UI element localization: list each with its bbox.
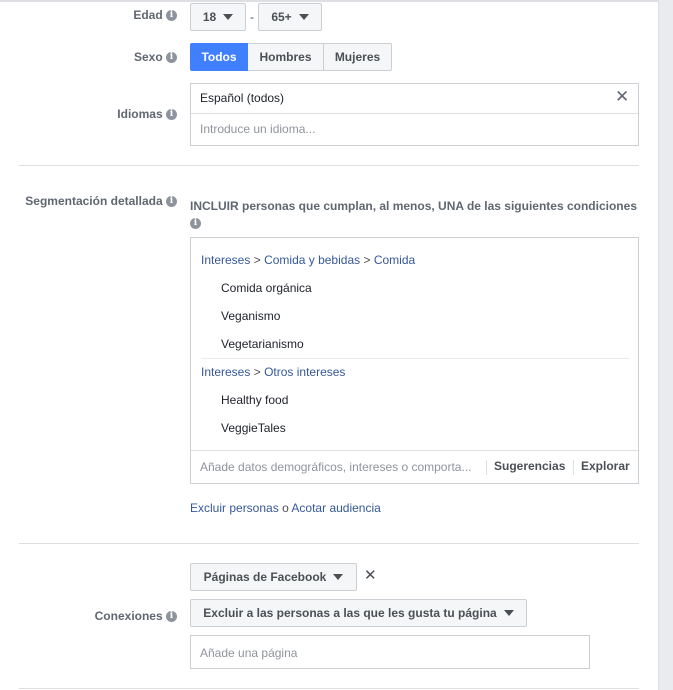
- age-min-dropdown[interactable]: 18: [190, 3, 246, 31]
- exclude-narrow-links: Excluir personas o Acotar audiencia: [190, 501, 381, 515]
- language-token: Español (todos) ✕: [191, 84, 638, 114]
- gender-row-label: Sexo i: [20, 50, 177, 64]
- info-icon[interactable]: i: [166, 611, 177, 623]
- caret-down-icon: [503, 610, 514, 616]
- breadcrumb-separator: >: [253, 253, 261, 267]
- targeting-box: Intereses > Comida y bebidas > Comida Co…: [190, 237, 639, 484]
- top-edge: [0, 0, 658, 2]
- connection-rule-label: Excluir a las personas a las que les gus…: [203, 606, 497, 620]
- connections-row-label: Conexiones i: [20, 609, 177, 623]
- connection-type-label: Páginas de Facebook: [203, 570, 327, 584]
- exclude-people-link[interactable]: Excluir personas: [190, 501, 279, 515]
- languages-label: Idiomas: [117, 107, 163, 121]
- targeting-search-row: Añade datos demográficos, intereses o co…: [191, 450, 638, 484]
- caret-down-icon: [223, 14, 234, 20]
- connections-label: Conexiones: [94, 609, 163, 623]
- detailed-targeting-label: Segmentación detallada: [25, 194, 163, 208]
- breadcrumb-link[interactable]: Intereses: [201, 365, 250, 379]
- close-icon[interactable]: ✕: [364, 566, 377, 584]
- detailed-targeting-row-label: Segmentación detallada i: [20, 194, 177, 208]
- section-divider: [19, 165, 639, 166]
- interest-item[interactable]: VeggieTales: [221, 421, 286, 435]
- search-divider: [573, 460, 574, 475]
- breadcrumb-link[interactable]: Comida y bebidas: [264, 253, 360, 267]
- detailed-targeting-description: INCLUIR personas que cumplan, al menos, …: [190, 198, 645, 231]
- info-icon[interactable]: i: [166, 196, 177, 208]
- page-input-placeholder: Añade una página: [200, 646, 298, 660]
- connection-rule-dropdown[interactable]: Excluir a las personas a las que les gus…: [190, 599, 527, 627]
- language-token-label: Español (todos): [200, 91, 285, 105]
- info-icon[interactable]: i: [166, 109, 177, 121]
- info-icon[interactable]: i: [166, 52, 177, 64]
- breadcrumb-link[interactable]: Otros intereses: [264, 365, 345, 379]
- language-input[interactable]: Introduce un idioma...: [200, 122, 315, 136]
- close-icon[interactable]: ✕: [615, 87, 629, 107]
- include-condition-text: INCLUIR personas que cumplan, al menos, …: [190, 199, 637, 213]
- caret-down-icon: [298, 14, 309, 20]
- gender-all-button[interactable]: Todos: [190, 43, 248, 71]
- caret-down-icon: [333, 574, 344, 580]
- age-separator: -: [250, 10, 254, 24]
- section-divider: [19, 688, 639, 689]
- interest-item[interactable]: Comida orgánica: [221, 281, 312, 295]
- connection-type-dropdown[interactable]: Páginas de Facebook: [190, 563, 357, 591]
- group-divider: [201, 358, 629, 359]
- interest-item[interactable]: Veganismo: [221, 309, 280, 323]
- age-label: Edad: [133, 8, 163, 22]
- breadcrumb-separator: >: [253, 365, 261, 379]
- info-icon[interactable]: i: [190, 218, 201, 230]
- interest-item[interactable]: Healthy food: [221, 393, 288, 407]
- gender-men-button[interactable]: Hombres: [248, 43, 324, 71]
- section-divider: [19, 543, 639, 544]
- interest-path-food: Intereses > Comida y bebidas > Comida: [201, 253, 415, 267]
- gender-label: Sexo: [133, 50, 163, 64]
- suggestions-button[interactable]: Sugerencias: [494, 459, 565, 473]
- gender-women-button[interactable]: Mujeres: [323, 43, 392, 71]
- languages-box: Español (todos) ✕ Introduce un idioma...: [190, 83, 639, 146]
- age-max-dropdown[interactable]: 65+: [258, 3, 322, 31]
- languages-row-label: Idiomas i: [20, 107, 177, 121]
- narrow-audience-link[interactable]: Acotar audiencia: [291, 501, 380, 515]
- age-max-value: 65+: [271, 10, 292, 24]
- age-row-label: Edad i: [20, 8, 177, 22]
- info-icon[interactable]: i: [166, 10, 177, 22]
- browse-button[interactable]: Explorar: [581, 459, 630, 473]
- breadcrumb-link[interactable]: Intereses: [201, 253, 250, 267]
- page-input[interactable]: Añade una página: [190, 635, 590, 669]
- search-divider: [486, 460, 487, 475]
- age-min-value: 18: [202, 10, 217, 24]
- or-text: o: [282, 501, 289, 515]
- breadcrumb-link[interactable]: Comida: [374, 253, 415, 267]
- interest-path-other: Intereses > Otros intereses: [201, 365, 345, 379]
- targeting-search-input[interactable]: Añade datos demográficos, intereses o co…: [200, 460, 471, 474]
- page-scrollbar[interactable]: [658, 0, 673, 690]
- interest-item[interactable]: Vegetarianismo: [221, 337, 304, 351]
- breadcrumb-separator: >: [363, 253, 371, 267]
